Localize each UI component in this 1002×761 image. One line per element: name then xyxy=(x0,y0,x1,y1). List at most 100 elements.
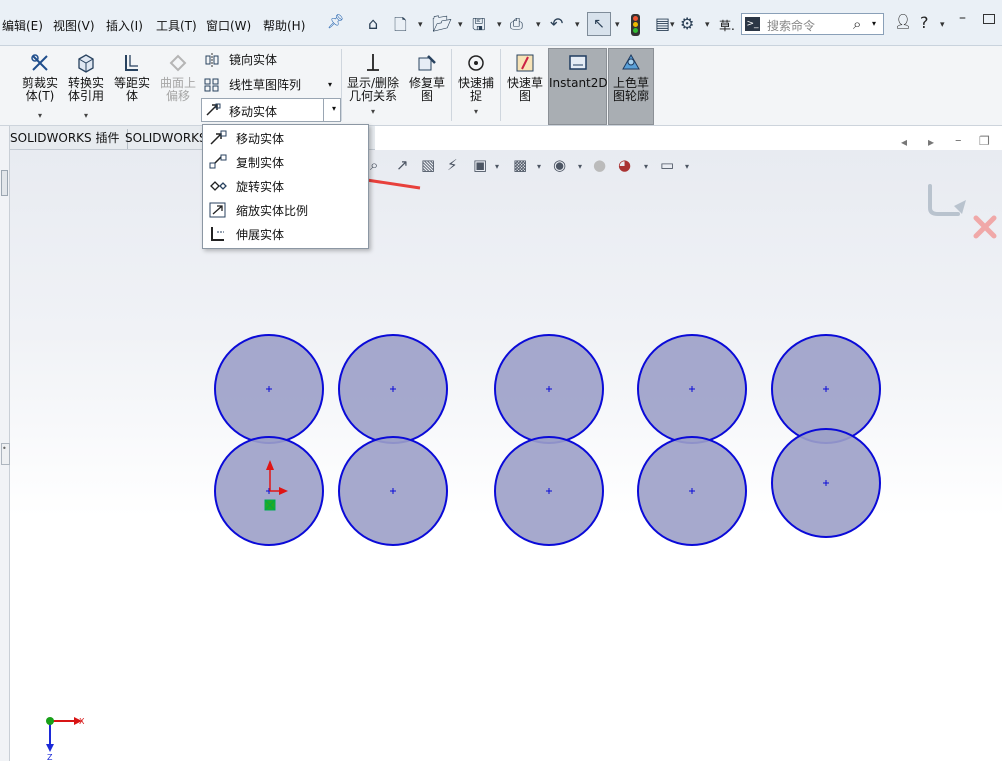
user-icon[interactable]: 👤︎ xyxy=(894,14,912,30)
sketch-circle[interactable] xyxy=(338,334,448,444)
menu-help[interactable]: 帮助(H) xyxy=(263,17,305,34)
panel-left-icon[interactable]: ◂ xyxy=(901,135,907,149)
previous-view-icon[interactable]: ↗ xyxy=(396,156,409,174)
undo-dropdown-icon[interactable]: ▾ xyxy=(575,20,580,30)
offset-entities-button[interactable]: 等距实体 xyxy=(112,50,152,103)
trim-entities-button[interactable]: 剪裁实体(T) ▾ xyxy=(19,50,61,122)
sketch-circle[interactable] xyxy=(214,436,324,546)
sketch-circle[interactable] xyxy=(494,334,604,444)
repair-sketch-button[interactable]: 修复草图 xyxy=(406,50,448,103)
traffic-light-icon[interactable] xyxy=(631,14,640,36)
move-entities-split-button[interactable]: 移动实体 ▾ xyxy=(201,98,341,122)
convert-dropdown-icon[interactable]: ▾ xyxy=(64,109,108,122)
command-icon: >_ xyxy=(745,17,760,31)
select-dropdown-icon[interactable]: ▾ xyxy=(615,20,620,30)
new-doc-icon[interactable]: 🗋 xyxy=(394,14,407,41)
open-icon[interactable]: 📂︎ xyxy=(432,14,452,33)
menu-bar: 编辑(E) 视图(V) 插入(I) 工具(T) 窗口(W) 帮助(H) 📌︎ ⌂… xyxy=(0,0,1002,46)
select-icon[interactable]: ↖ xyxy=(587,12,611,36)
trim-dropdown-icon[interactable]: ▾ xyxy=(19,109,61,122)
viewport-restore-icon[interactable]: ❐ xyxy=(979,134,990,148)
linear-pattern-icon xyxy=(204,78,219,92)
rotate-entities-icon xyxy=(210,181,227,191)
menu-item-rotate-entities[interactable]: 旋转实体 xyxy=(203,174,368,198)
quick-snap-dropdown-icon[interactable]: ▾ xyxy=(455,105,497,118)
display-style-icon[interactable]: ▩ xyxy=(513,156,527,174)
display-delete-relations-button[interactable]: 显示/删除几何关系 ▾ xyxy=(344,50,402,118)
search-input[interactable]: 搜索命令 xyxy=(767,17,815,34)
tab-solidworks-addins[interactable]: SOLIDWORKS 插件 xyxy=(2,129,129,149)
display-style-dropdown-icon[interactable]: ▾ xyxy=(537,162,541,171)
panel-right-icon[interactable]: ▸ xyxy=(928,135,934,149)
panel-resize-handle[interactable]: • xyxy=(1,443,10,465)
save-dropdown-icon[interactable]: ▾ xyxy=(497,20,502,30)
search-icon[interactable]: ⌕ xyxy=(853,15,861,33)
sketch-truncated-label[interactable]: 草. xyxy=(719,17,735,34)
apply-scene-icon[interactable]: ◕ xyxy=(618,156,631,174)
move-entities-icon xyxy=(206,103,221,116)
help-icon[interactable]: ? xyxy=(920,13,929,32)
edit-appearance-icon[interactable]: ● xyxy=(593,156,606,174)
sketch-circle[interactable] xyxy=(214,334,324,444)
offset-on-surface-button[interactable]: 曲面上偏移 xyxy=(158,50,198,103)
quick-snap-icon xyxy=(468,55,484,71)
panel-handle[interactable] xyxy=(1,170,8,196)
view-settings-icon[interactable]: ▭ xyxy=(660,156,674,174)
pin-icon[interactable]: 📌︎ xyxy=(327,14,345,30)
rapid-sketch-icon xyxy=(516,54,534,72)
dynamic-annotation-icon[interactable]: ⚡︎ xyxy=(447,156,458,174)
view-settings-dropdown-icon[interactable]: ▾ xyxy=(685,162,689,171)
menu-edit[interactable]: 编辑(E) xyxy=(2,17,43,34)
gear-dropdown-icon[interactable]: ▾ xyxy=(705,20,710,30)
print-icon[interactable]: ⎙ xyxy=(510,14,523,34)
search-box[interactable]: >_ 搜索命令 ⌕ ▾ xyxy=(741,13,884,35)
rapid-sketch-button[interactable]: 快速草图 xyxy=(504,50,546,103)
menu-item-copy-entities[interactable]: 复制实体 xyxy=(203,150,368,174)
sketch-circle[interactable] xyxy=(771,428,881,538)
hide-show-dropdown-icon[interactable]: ▾ xyxy=(578,162,582,171)
command-manager: 剪裁实体(T) ▾ 转换实体引用 ▾ 等距实体 曲面上偏移 镜向实体 线性草图阵… xyxy=(0,46,1002,126)
rebuild-dropdown-icon[interactable]: ▾ xyxy=(670,20,675,30)
linear-pattern-dropdown-icon[interactable]: ▾ xyxy=(328,74,332,96)
home-icon[interactable]: ⌂ xyxy=(368,14,378,33)
menu-item-scale-entities[interactable]: 缩放实体比例 xyxy=(203,198,368,222)
gear-icon[interactable]: ⚙ xyxy=(680,14,694,33)
offset-icon xyxy=(125,55,138,71)
sketch-circle[interactable] xyxy=(494,436,604,546)
sketch-circle[interactable] xyxy=(338,436,448,546)
instant2d-button[interactable]: Instant2D xyxy=(549,50,608,90)
convert-entities-button[interactable]: 转换实体引用 ▾ xyxy=(64,50,108,122)
relations-icon xyxy=(367,54,379,71)
search-dropdown-icon[interactable]: ▾ xyxy=(872,19,876,28)
help-dropdown-icon[interactable]: ▾ xyxy=(940,20,945,30)
menu-item-stretch-entities[interactable]: 伸展实体 xyxy=(203,222,368,246)
restore-icon[interactable] xyxy=(983,14,995,24)
sketch-circle[interactable] xyxy=(771,334,881,444)
relations-dropdown-icon[interactable]: ▾ xyxy=(344,105,402,118)
sketch-circle[interactable] xyxy=(637,334,747,444)
quick-snaps-button[interactable]: 快速捕捉 ▾ xyxy=(455,50,497,118)
section-view-icon[interactable]: ▧ xyxy=(421,156,435,174)
print-dropdown-icon[interactable]: ▾ xyxy=(536,20,541,30)
menu-item-move-entities[interactable]: 移动实体 xyxy=(203,126,368,150)
menu-view[interactable]: 视图(V) xyxy=(53,17,95,34)
sketch-circle[interactable] xyxy=(637,436,747,546)
viewport-minimize-icon[interactable]: – xyxy=(955,133,962,148)
save-icon[interactable]: 🖫 xyxy=(472,14,486,41)
apply-scene-dropdown-icon[interactable]: ▾ xyxy=(644,162,648,171)
menu-insert[interactable]: 插入(I) xyxy=(106,17,143,34)
new-dropdown-icon[interactable]: ▾ xyxy=(418,20,423,30)
view-orientation-dropdown-icon[interactable]: ▾ xyxy=(495,162,499,171)
menu-window[interactable]: 窗口(W) xyxy=(206,17,251,34)
move-dropdown-icon[interactable]: ▾ xyxy=(332,104,336,113)
undo-icon[interactable]: ↶ xyxy=(550,14,563,33)
hide-show-items-icon[interactable]: ◉ xyxy=(553,156,566,174)
view-orientation-icon[interactable]: ▣ xyxy=(473,156,487,174)
open-dropdown-icon[interactable]: ▾ xyxy=(458,20,463,30)
rebuild-options-icon[interactable]: ▤ xyxy=(655,14,670,33)
linear-pattern-button[interactable]: 线性草图阵列 ▾ xyxy=(202,74,340,96)
minimize-icon[interactable]: – xyxy=(959,10,966,26)
zoom-to-area-icon[interactable]: ⌕ xyxy=(370,156,378,174)
shaded-sketch-contours-button[interactable]: 上色草图轮廓 xyxy=(609,50,653,103)
menu-tools[interactable]: 工具(T) xyxy=(156,17,197,34)
